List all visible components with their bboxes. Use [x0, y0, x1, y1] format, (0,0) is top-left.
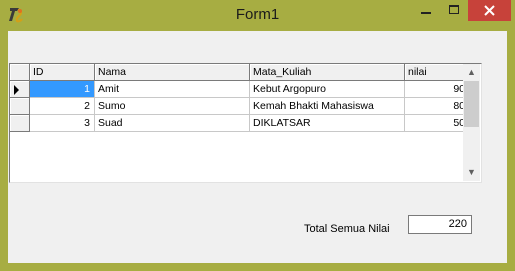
- vertical-scrollbar[interactable]: ▲ ▼: [463, 64, 480, 181]
- minimize-button[interactable]: [412, 0, 440, 21]
- table-cell-id[interactable]: 3: [30, 115, 95, 132]
- table-cell-nama[interactable]: Suad: [95, 115, 250, 132]
- table-cell-nilai[interactable]: 80: [405, 98, 470, 115]
- table-cell-mata-kuliah[interactable]: Kemah Bhakti Mahasiswa: [250, 98, 405, 115]
- maximize-icon: [449, 5, 459, 14]
- close-icon: [484, 5, 495, 16]
- total-label: Total Semua Nilai: [304, 223, 390, 235]
- maximize-button[interactable]: [440, 0, 468, 21]
- form-window: Form1 ID Nama Mata_Kuliah nilai 1 Amit K…: [0, 0, 515, 271]
- column-header-id[interactable]: ID: [30, 64, 95, 81]
- table-cell-nilai[interactable]: 50: [405, 115, 470, 132]
- table-cell-id[interactable]: 2: [30, 98, 95, 115]
- table-cell-id[interactable]: 1: [30, 81, 95, 98]
- total-value-field[interactable]: 220: [408, 215, 472, 234]
- table-cell-nilai[interactable]: 90: [405, 81, 470, 98]
- scroll-down-icon[interactable]: ▼: [463, 164, 480, 181]
- minimize-icon: [421, 12, 431, 14]
- table-cell-nama[interactable]: Sumo: [95, 98, 250, 115]
- row-indicator[interactable]: [10, 98, 30, 115]
- title-bar[interactable]: Form1: [0, 0, 515, 29]
- column-header-nama[interactable]: Nama: [95, 64, 250, 81]
- scroll-up-icon[interactable]: ▲: [463, 64, 480, 81]
- close-button[interactable]: [468, 0, 511, 21]
- table-cell-nama[interactable]: Amit: [95, 81, 250, 98]
- row-indicator[interactable]: [10, 115, 30, 132]
- table-cell-mata-kuliah[interactable]: Kebut Argopuro: [250, 81, 405, 98]
- grid-corner-header: [10, 64, 30, 81]
- scrollbar-thumb[interactable]: [464, 81, 479, 127]
- column-header-mata-kuliah[interactable]: Mata_Kuliah: [250, 64, 405, 81]
- table-cell-mata-kuliah[interactable]: DIKLATSAR: [250, 115, 405, 132]
- row-indicator[interactable]: [10, 81, 30, 98]
- column-header-nilai[interactable]: nilai: [405, 64, 470, 81]
- current-row-pointer-icon: [14, 85, 19, 95]
- data-grid[interactable]: ID Nama Mata_Kuliah nilai 1 Amit Kebut A…: [9, 63, 482, 183]
